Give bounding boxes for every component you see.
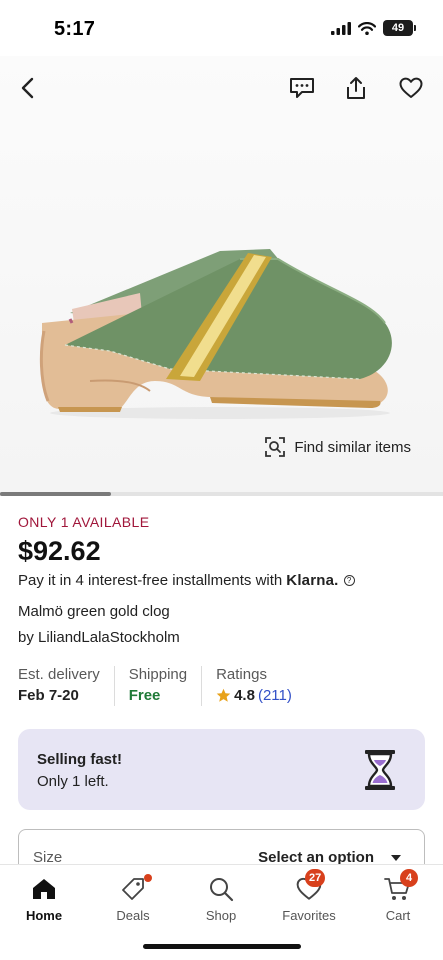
product-title: Malmö green gold clog [18, 603, 170, 620]
back-button[interactable] [10, 70, 46, 106]
visual-search-icon [265, 437, 286, 457]
home-icon [33, 879, 55, 899]
product-photo [39, 249, 392, 419]
selling-fast-subtitle: Only 1 left. [37, 773, 109, 790]
rating-count[interactable]: (211) [258, 687, 292, 704]
tag-icon [122, 878, 144, 900]
product-stats: Est. delivery Feb 7-20 Shipping Free Rat… [18, 666, 320, 706]
selling-fast-banner: Selling fast! Only 1 left. [18, 729, 425, 810]
caret-down-icon [391, 855, 401, 861]
cart-badge: 4 [400, 869, 418, 887]
tab-favorites[interactable]: 27 Favorites [274, 869, 344, 923]
home-indicator [143, 944, 301, 949]
favorite-button[interactable] [393, 70, 429, 106]
installments-info[interactable]: Pay it in 4 interest-free installments w… [18, 572, 428, 589]
status-bar: 5:17 49 [0, 0, 443, 56]
tab-shop-label: Shop [205, 908, 237, 923]
chevron-left-icon [21, 77, 34, 99]
share-icon [347, 77, 365, 99]
product-image[interactable]: Find similar items [0, 56, 443, 492]
help-icon[interactable]: ? [343, 575, 355, 586]
find-similar-button[interactable]: Find similar items [264, 436, 411, 458]
cellular-signal-icon [331, 21, 351, 35]
image-carousel-progress [0, 492, 443, 496]
carousel-progress-thumb [0, 492, 111, 496]
battery-icon: 49 [383, 20, 416, 36]
ratings-stat[interactable]: Ratings 4.8 (211) [216, 666, 306, 706]
status-icons: 49 [331, 20, 416, 36]
message-button[interactable] [284, 70, 320, 106]
seller-link[interactable]: LiliandLalaStockholm [38, 629, 180, 646]
seller-prefix: by [18, 629, 34, 646]
tab-home-label: Home [25, 908, 63, 923]
delivery-value: Feb 7-20 [18, 687, 79, 704]
delivery-label: Est. delivery [18, 666, 100, 683]
status-time: 5:17 [54, 18, 96, 40]
shipping-stat: Shipping Free [128, 666, 203, 706]
favorites-badge: 27 [305, 869, 326, 887]
price: $92.62 [18, 536, 101, 566]
tab-favorites-label: Favorites [282, 908, 336, 923]
battery-level: 49 [391, 22, 405, 34]
hourglass-icon [365, 750, 395, 790]
tab-deals[interactable]: Deals [98, 873, 168, 923]
tab-home[interactable]: Home [9, 873, 79, 923]
wifi-icon [358, 21, 376, 35]
deals-notification-dot [144, 874, 152, 882]
share-button[interactable] [338, 70, 374, 106]
ratings-label: Ratings [216, 666, 267, 683]
tab-deals-label: Deals [116, 908, 150, 923]
star-icon [216, 688, 231, 702]
tab-shop[interactable]: Shop [186, 873, 256, 923]
shipping-label: Shipping [128, 666, 188, 683]
seller-line: by LiliandLalaStockholm [18, 629, 428, 646]
ratings-value[interactable]: 4.8 (211) [216, 687, 292, 704]
tab-cart-label: Cart [385, 908, 411, 923]
search-icon [210, 878, 234, 902]
product-info: ONLY 1 AVAILABLE $92.62 Pay it in 4 inte… [18, 514, 428, 646]
availability-label: ONLY 1 AVAILABLE [18, 514, 150, 530]
shipping-value: Free [128, 687, 161, 704]
tab-cart[interactable]: 4 Cart [363, 869, 433, 923]
find-similar-label: Find similar items [294, 438, 411, 456]
rating-value: 4.8 [234, 687, 255, 704]
klarna-logo: Klarna. [286, 572, 339, 589]
delivery-stat: Est. delivery Feb 7-20 [18, 666, 115, 706]
selling-fast-title: Selling fast! [37, 751, 123, 768]
installments-text: Pay it in 4 interest-free installments w… [18, 572, 283, 589]
heart-icon [399, 77, 423, 98]
message-icon [290, 78, 314, 98]
